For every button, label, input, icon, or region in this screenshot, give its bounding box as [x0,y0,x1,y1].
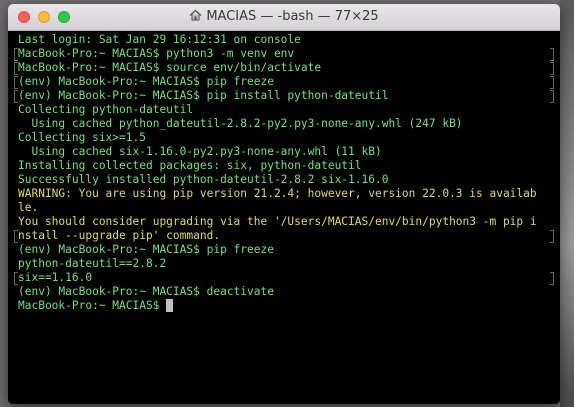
prompt-text: MacBook-Pro:~ MACIAS$ [18,299,167,312]
text-cursor [166,299,174,312]
home-icon [189,9,202,25]
warning-line: You should consider upgrading via the '/… [18,215,537,228]
terminal-line: (env) MacBook-Pro:~ MACIAS$ pip freeze [14,75,560,89]
terminal-line: Using cached six-1.16.0-py2.py3-none-any… [18,145,382,158]
window-title: MACIAS — -bash — 77×25 [206,9,379,24]
terminal-line: Collecting six>=1.5 [18,131,146,144]
prompt-line[interactable]: MacBook-Pro:~ MACIAS$ [18,299,560,313]
title-bar[interactable]: MACIAS — -bash — 77×25 [8,4,560,31]
warning-line: le. [18,201,39,214]
warning-line: nstall --upgrade pip' command. [14,229,560,243]
terminal-line: MacBook-Pro:~ MACIAS$ python3 -m venv en… [14,47,560,61]
terminal-window[interactable]: MACIAS — -bash — 77×25 Last login: Sat J… [8,4,560,404]
terminal-line: (env) MacBook-Pro:~ MACIAS$ pip install … [14,89,560,103]
terminal-line: MacBook-Pro:~ MACIAS$ source env/bin/act… [14,61,560,75]
terminal-line: Successfully installed python-dateutil-2… [18,173,389,186]
warning-line: WARNING: You are using pip version 21.2.… [18,187,537,200]
window-title-container: MACIAS — -bash — 77×25 [8,9,560,25]
terminal-line: (env) MacBook-Pro:~ MACIAS$ deactivate [18,285,274,298]
terminal-output[interactable]: Last login: Sat Jan 29 16:12:31 on conso… [8,31,560,404]
terminal-line: (env) MacBook-Pro:~ MACIAS$ pip freeze [18,243,274,256]
terminal-line: Last login: Sat Jan 29 16:12:31 on conso… [18,33,301,46]
terminal-line: Using cached python_dateutil-2.8.2-py2.p… [18,117,463,130]
terminal-line: python-dateutil==2.8.2 [18,257,167,270]
terminal-line: Installing collected packages: six, pyth… [18,159,362,172]
terminal-line: six==1.16.0 [14,271,560,285]
terminal-line: Collecting python-dateutil [18,103,194,116]
desktop-background [560,0,574,407]
